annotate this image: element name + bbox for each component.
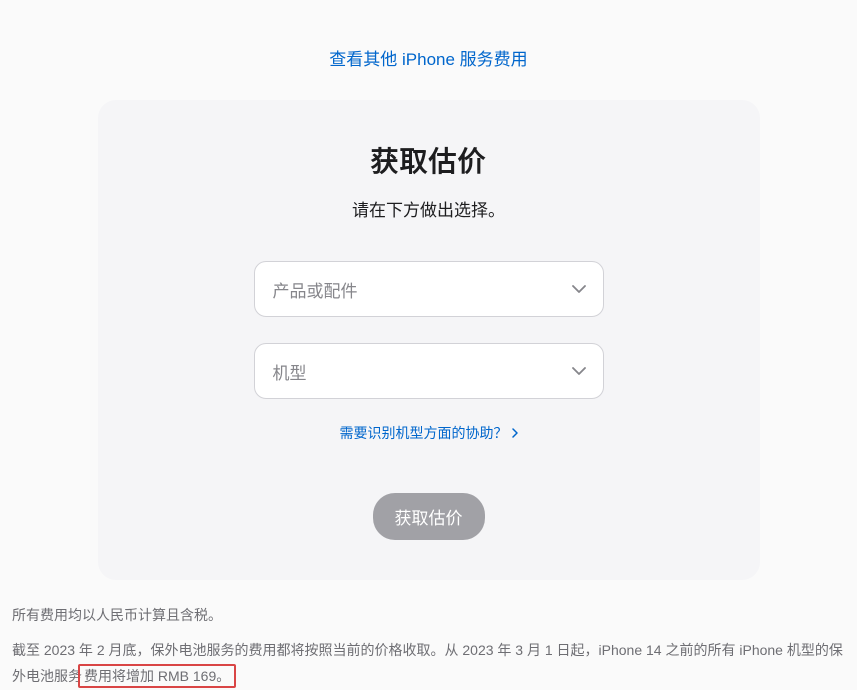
get-estimate-button[interactable]: 获取估价 xyxy=(373,493,485,540)
identify-model-help-link[interactable]: 需要识别机型方面的协助？ xyxy=(340,423,518,443)
card-title: 获取估价 xyxy=(128,140,730,180)
footnote-line-2: 截至 2023 年 2 月底，保外电池服务的费用都将按照当前的价格收取。从 20… xyxy=(12,637,845,690)
chevron-right-icon xyxy=(512,428,518,438)
product-select[interactable]: 产品或配件 xyxy=(254,261,604,317)
help-link-label: 需要识别机型方面的协助？ xyxy=(340,423,508,443)
price-increase-highlight: 费用将增加 RMB 169。 xyxy=(78,664,236,688)
model-select-placeholder: 机型 xyxy=(273,359,307,384)
card-subtitle: 请在下方做出选择。 xyxy=(128,196,730,221)
other-services-link[interactable]: 查看其他 iPhone 服务费用 xyxy=(329,50,527,69)
product-select-placeholder: 产品或配件 xyxy=(273,277,358,302)
footnotes: 所有费用均以人民币计算且含税。 截至 2023 年 2 月底，保外电池服务的费用… xyxy=(10,602,847,690)
model-select[interactable]: 机型 xyxy=(254,343,604,399)
footnote-line-1: 所有费用均以人民币计算且含税。 xyxy=(12,602,845,629)
estimate-card: 获取估价 请在下方做出选择。 产品或配件 机型 需要识别机型方面的协助？ xyxy=(98,100,760,580)
